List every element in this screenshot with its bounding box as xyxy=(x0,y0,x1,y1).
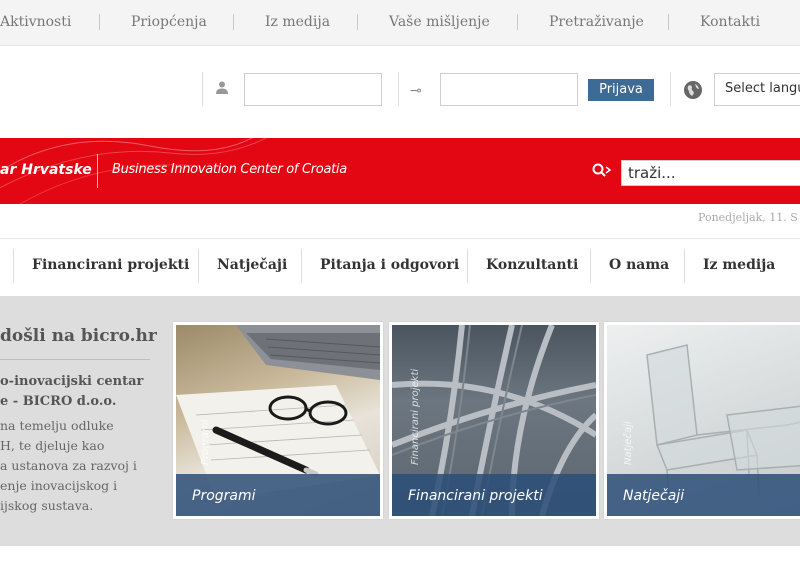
welcome-divider xyxy=(0,359,150,360)
main-nav-divider xyxy=(301,249,302,283)
top-nav-divider xyxy=(233,14,234,30)
user-icon xyxy=(216,81,228,94)
card-image-chairs: Natječaji Natječaji xyxy=(607,325,800,516)
top-nav-kontakti[interactable]: Kontakti xyxy=(700,14,760,30)
top-nav-divider xyxy=(668,14,669,30)
organization-line: o-inovacijski centar xyxy=(0,374,144,389)
login-divider xyxy=(670,72,671,106)
description-line: a ustanova za razvoj i xyxy=(0,458,137,473)
organization-name: o-inovacijski centar e - BICRO d.o.o. xyxy=(0,372,143,412)
key-icon: ⊸ xyxy=(410,83,422,99)
welcome-description: na temelju odluke H, te djeluje kao a us… xyxy=(0,416,137,516)
password-field[interactable] xyxy=(440,73,578,106)
username-field[interactable] xyxy=(244,73,382,106)
search-icon[interactable] xyxy=(592,163,614,179)
language-select[interactable]: Select language xyxy=(714,73,800,106)
content-area: došli na bicro.hr o-inovacijski centar e… xyxy=(0,296,800,546)
card-image-highway: Financirani projekti Financirani projekt… xyxy=(392,325,596,516)
login-bar: ⊸ Prijava Select language xyxy=(0,46,800,138)
current-date: Ponedjeljak, 11. S xyxy=(698,211,798,224)
card-financirani-projekti[interactable]: Financirani projekti Financirani projekt… xyxy=(389,322,599,519)
login-divider xyxy=(398,72,399,106)
nav-pitanja-i-odgovori[interactable]: Pitanja i odgovori xyxy=(320,257,459,273)
description-line: H, te djeluje kao xyxy=(0,438,105,453)
top-nav-vase-misljenje[interactable]: Vaše mišljenje xyxy=(389,14,490,30)
brand-divider xyxy=(97,154,98,188)
globe-icon xyxy=(684,81,702,99)
card-image-documents: Programi Programi xyxy=(176,325,380,516)
description-line: na temelju odluke xyxy=(0,418,114,433)
page-bottom xyxy=(0,546,800,568)
card-programi[interactable]: Programi Programi xyxy=(173,322,383,519)
nav-o-nama[interactable]: O nama xyxy=(609,257,669,273)
login-button[interactable]: Prijava xyxy=(588,79,654,101)
header-banner: ar Hrvatske Business Innovation Center o… xyxy=(0,138,800,204)
nav-natjecaji[interactable]: Natječaji xyxy=(217,257,287,273)
search-input[interactable]: traži... xyxy=(621,160,800,186)
nav-financirani-projekti[interactable]: Financirani projekti xyxy=(32,257,189,273)
card-caption[interactable]: Financirani projekti xyxy=(408,488,543,504)
card-vertical-label: Programi xyxy=(200,419,211,465)
brand-name-english[interactable]: Business Innovation Center of Croatia xyxy=(112,162,347,177)
main-navigation: Financirani projekti Natječaji Pitanja i… xyxy=(0,238,800,296)
nav-konzultanti[interactable]: Konzultanti xyxy=(486,257,578,273)
top-nav-divider xyxy=(99,14,100,30)
description-line: ijskog sustava. xyxy=(0,498,94,513)
main-nav-divider xyxy=(590,249,591,283)
brand-name-local[interactable]: ar Hrvatske xyxy=(0,162,92,178)
top-nav-divider xyxy=(517,14,518,30)
welcome-heading: došli na bicro.hr xyxy=(0,326,157,346)
organization-line: e - BICRO d.o.o. xyxy=(0,394,117,409)
main-nav-divider xyxy=(467,249,468,283)
top-navigation: Aktivnosti Priopćenja Iz medija Vaše miš… xyxy=(0,0,800,46)
main-nav-divider xyxy=(198,249,199,283)
main-nav-divider xyxy=(684,249,685,283)
top-nav-priopcenja[interactable]: Priopćenja xyxy=(131,14,207,30)
top-nav-aktivnosti[interactable]: Aktivnosti xyxy=(0,14,71,30)
top-nav-pretrazivanje[interactable]: Pretraživanje xyxy=(549,14,644,30)
main-nav-divider xyxy=(13,249,14,283)
card-caption[interactable]: Natječaji xyxy=(623,488,684,504)
top-nav-iz-medija[interactable]: Iz medija xyxy=(265,14,330,30)
login-divider xyxy=(202,72,203,106)
top-nav-divider xyxy=(357,14,358,30)
description-line: enje inovacijskog i xyxy=(0,478,118,493)
card-natjecaji[interactable]: Natječaji Natječaji xyxy=(604,322,800,519)
card-vertical-label: Natječaji xyxy=(623,421,634,465)
nav-iz-medija[interactable]: Iz medija xyxy=(703,257,775,273)
card-caption[interactable]: Programi xyxy=(192,488,256,504)
card-vertical-label: Financirani projekti xyxy=(410,368,421,465)
